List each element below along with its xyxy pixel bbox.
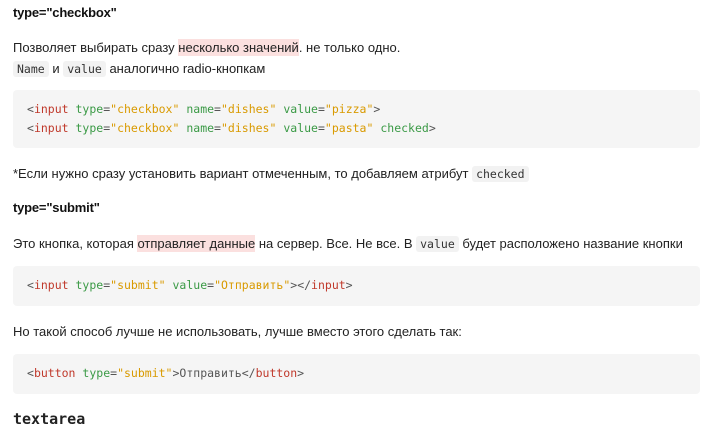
text-segment: Позволяет выбирать сразу [13, 40, 179, 55]
checked-note: *Если нужно сразу установить вариант отм… [13, 163, 529, 185]
code-line: <input type="submit" value="Отправить"><… [27, 278, 353, 292]
checkbox-description: Позволяет выбирать сразу несколько значе… [13, 37, 400, 58]
heading-textarea: textarea [13, 410, 86, 428]
code-block-checkbox: <input type="checkbox" name="dishes" val… [13, 90, 700, 148]
highlight-sends-data: отправляет данные [137, 235, 256, 252]
code-block-submit-input: <input type="submit" value="Отправить"><… [13, 266, 700, 306]
submit-description: Это кнопка, которая отправляет данные на… [13, 233, 683, 255]
inline-code-checked: checked [472, 166, 529, 182]
inline-code-value: value [63, 61, 106, 77]
heading-checkbox: type="checkbox" [13, 5, 117, 20]
highlight-several-values: несколько значений [178, 39, 299, 56]
heading-submit: type="submit" [13, 200, 100, 215]
code-line: <button type="submit">Отправить</button> [27, 366, 305, 380]
checkbox-description-line2: Name и value аналогично radio-кнопкам [13, 58, 265, 80]
text-segment: на сервер. Все. Не все. В [255, 236, 417, 251]
text-segment: . не только одно. [298, 40, 401, 55]
text-segment: аналогично radio-кнопкам [105, 61, 266, 76]
inline-code-value: value [416, 236, 459, 252]
code-line: <input type="checkbox" name="dishes" val… [27, 121, 436, 135]
text-segment: и [48, 61, 64, 76]
inline-code-name: Name [13, 61, 49, 77]
code-block-button: <button type="submit">Отправить</button> [13, 354, 700, 394]
code-line: <input type="checkbox" name="dishes" val… [27, 102, 381, 116]
text-segment: будет расположено название кнопки [458, 236, 683, 251]
text-segment: *Если нужно сразу установить вариант отм… [13, 166, 473, 181]
button-recommendation: Но такой способ лучше не использовать, л… [13, 324, 462, 339]
text-segment: Это кнопка, которая [13, 236, 138, 251]
